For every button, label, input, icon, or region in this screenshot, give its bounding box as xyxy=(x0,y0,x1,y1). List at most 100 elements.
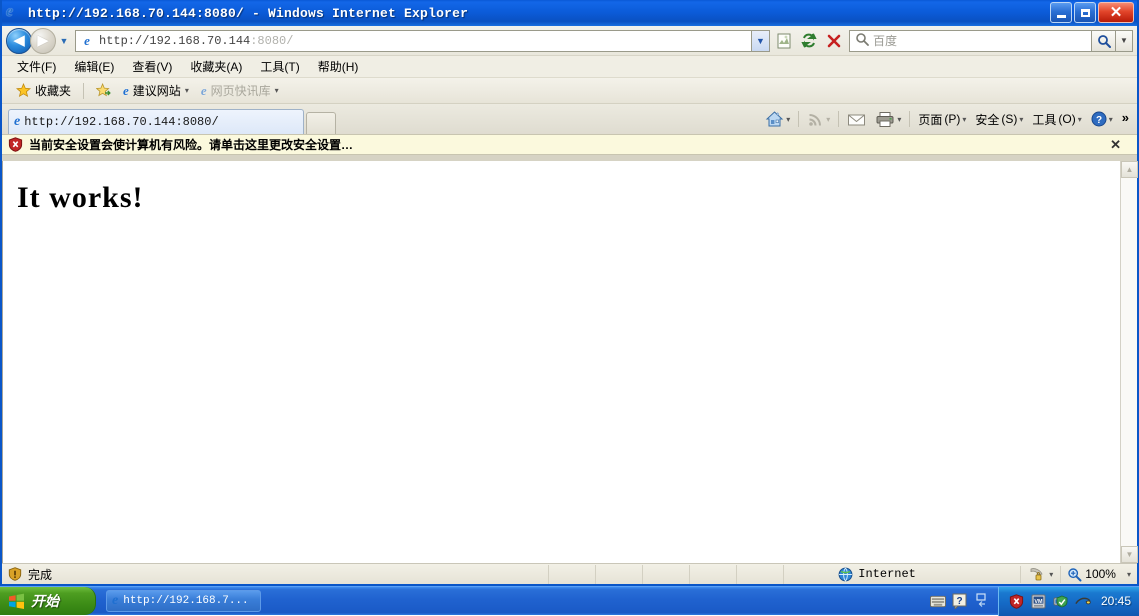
refresh-icon xyxy=(800,32,818,50)
taskbar-window-list: e http://192.168.7... xyxy=(106,590,261,612)
chevron-down-icon: ▾ xyxy=(1078,115,1082,124)
menu-label: 编辑 xyxy=(74,60,98,74)
svg-text:VM: VM xyxy=(1035,598,1044,604)
chevron-down-icon: ▾ xyxy=(786,115,790,124)
status-segment xyxy=(548,565,595,584)
favorites-item-web-slice-gallery[interactable]: e 网页快讯库 ▾ xyxy=(195,80,285,101)
minimize-button[interactable] xyxy=(1050,2,1072,23)
security-warning-shield-icon xyxy=(8,137,23,152)
tools-menu-button[interactable]: 工具(O) ▾ xyxy=(1028,109,1085,130)
security-info-bar[interactable]: 当前安全设置会使计算机有风险。请单击这里更改安全设置… ✕ xyxy=(2,134,1137,155)
chevron-down-icon: ▾ xyxy=(962,115,966,124)
command-bar-overflow-button[interactable]: » xyxy=(1118,108,1133,127)
stop-button[interactable] xyxy=(822,29,845,52)
svg-text:?: ? xyxy=(1096,115,1102,126)
back-arrow-icon: ◀ xyxy=(13,33,25,48)
ime-options-icon[interactable] xyxy=(974,593,990,609)
page-heading: It works! xyxy=(17,181,1137,215)
scrollbar-track[interactable] xyxy=(1121,178,1137,546)
status-text: 完成 xyxy=(28,566,52,583)
browser-window: e http://192.168.70.144:8080/ - Windows … xyxy=(0,0,1139,586)
ie-logo-icon: e xyxy=(6,4,24,22)
zoom-level-label: 100% xyxy=(1085,567,1116,581)
keyboard-layout-icon[interactable] xyxy=(930,593,946,609)
menu-accel: (F) xyxy=(41,60,56,74)
search-box[interactable]: 百度 xyxy=(849,30,1092,52)
taskbar-item-ie[interactable]: e http://192.168.7... xyxy=(106,590,261,612)
address-dropdown-button[interactable]: ▼ xyxy=(751,31,769,51)
menu-accel: (A) xyxy=(226,60,242,74)
refresh-button[interactable] xyxy=(797,29,820,52)
status-segment xyxy=(689,565,736,584)
start-button[interactable]: 开始 xyxy=(0,587,96,615)
home-button[interactable]: ▾ xyxy=(761,108,794,130)
menu-label: 收藏夹 xyxy=(190,60,226,74)
tab-active[interactable]: e http://192.168.70.144:8080/ xyxy=(8,109,304,134)
taskbar: 开始 e http://192.168.7... ? xyxy=(0,586,1139,615)
info-bar-close-button[interactable]: ✕ xyxy=(1100,137,1131,153)
menu-item-view[interactable]: 查看(V) xyxy=(123,56,181,77)
menu-label: 文件 xyxy=(17,60,41,74)
scroll-down-button[interactable]: ▼ xyxy=(1121,546,1138,563)
security-zone-indicator[interactable]: Internet xyxy=(830,567,1020,582)
help-menu-button[interactable]: ? ▾ xyxy=(1087,109,1117,129)
stop-icon xyxy=(825,32,843,50)
address-toolbar: ◀ ▶ ▼ e http://192.168.70.144:8080/ ▼ xyxy=(2,26,1137,56)
toolbar-divider xyxy=(798,111,799,127)
menu-label: 工具 xyxy=(260,60,284,74)
vertical-scrollbar[interactable]: ▲ ▼ xyxy=(1120,161,1137,563)
forward-button[interactable]: ▶ xyxy=(30,28,56,54)
toolbar-divider xyxy=(909,111,910,127)
read-mail-button[interactable] xyxy=(843,110,870,129)
menu-item-edit[interactable]: 编辑(E) xyxy=(65,56,123,77)
menu-accel: (T) xyxy=(284,60,299,74)
search-go-button[interactable] xyxy=(1092,30,1116,52)
menu-item-help[interactable]: 帮助(H) xyxy=(309,56,368,77)
system-tray: ? VM xyxy=(922,587,1139,616)
menu-item-favorites[interactable]: 收藏夹(A) xyxy=(181,56,251,77)
tab-label: http://192.168.70.144:8080/ xyxy=(24,115,218,129)
menu-item-file[interactable]: 文件(F) xyxy=(8,56,65,77)
system-clock[interactable]: 20:45 xyxy=(1101,594,1131,608)
favorites-center-button[interactable]: 收藏夹 xyxy=(10,80,77,101)
title-bar: e http://192.168.70.144:8080/ - Windows … xyxy=(2,0,1137,26)
address-bar[interactable]: e http://192.168.70.144:8080/ ▼ xyxy=(75,30,770,52)
favorites-bar: 收藏夹 e 建议网站 ▾ e 网页快讯库 ▾ xyxy=(2,78,1137,104)
page-menu-button[interactable]: 页面(P) ▾ xyxy=(914,109,970,130)
safety-menu-button[interactable]: 安全(S) ▾ xyxy=(971,109,1027,130)
chevron-down-icon: ▾ xyxy=(185,86,189,95)
mouse-pointer-tray-icon[interactable] xyxy=(1075,593,1091,609)
print-button[interactable]: ▾ xyxy=(871,109,905,130)
ime-help-icon[interactable]: ? xyxy=(952,593,968,609)
new-tab-button[interactable] xyxy=(306,112,336,134)
status-segment xyxy=(736,565,783,584)
svg-text:?: ? xyxy=(956,596,962,607)
status-segment xyxy=(595,565,642,584)
search-provider-dropdown[interactable]: ▼ xyxy=(1116,30,1133,52)
add-to-favorites-bar-button[interactable] xyxy=(90,81,117,100)
favorites-item-suggested-sites[interactable]: e 建议网站 ▾ xyxy=(117,80,195,101)
tab-bar: e http://192.168.70.144:8080/ ▾ xyxy=(2,104,1137,134)
ie-site-icon: e xyxy=(201,83,207,99)
toolbar-divider xyxy=(83,83,84,99)
scroll-up-button[interactable]: ▲ xyxy=(1121,161,1138,178)
zoom-control[interactable]: 100% ▾ xyxy=(1061,567,1137,582)
feeds-button[interactable]: ▾ xyxy=(803,109,834,130)
status-shield-icon xyxy=(8,567,22,581)
restore-button[interactable] xyxy=(1074,2,1096,23)
safety-menu-accel: (S) xyxy=(1001,112,1017,126)
page-content-area: It works! xyxy=(2,161,1137,563)
chevron-down-icon: ▾ xyxy=(826,115,830,124)
chevron-down-icon: ▾ xyxy=(1109,115,1113,124)
network-shield-icon[interactable] xyxy=(1053,593,1069,609)
protected-mode-indicator[interactable]: ▾ xyxy=(1021,567,1060,582)
close-button[interactable]: ✕ xyxy=(1098,2,1134,23)
compatibility-view-button[interactable] xyxy=(772,29,795,52)
favorites-item-label: 网页快讯库 xyxy=(211,82,271,99)
start-label: 开始 xyxy=(31,591,59,611)
back-button[interactable]: ◀ xyxy=(6,28,32,54)
recent-pages-button[interactable]: ▼ xyxy=(56,28,72,54)
menu-item-tools[interactable]: 工具(T) xyxy=(251,56,308,77)
vmware-tray-icon[interactable]: VM xyxy=(1031,593,1047,609)
security-center-shield-icon[interactable] xyxy=(1009,593,1025,609)
